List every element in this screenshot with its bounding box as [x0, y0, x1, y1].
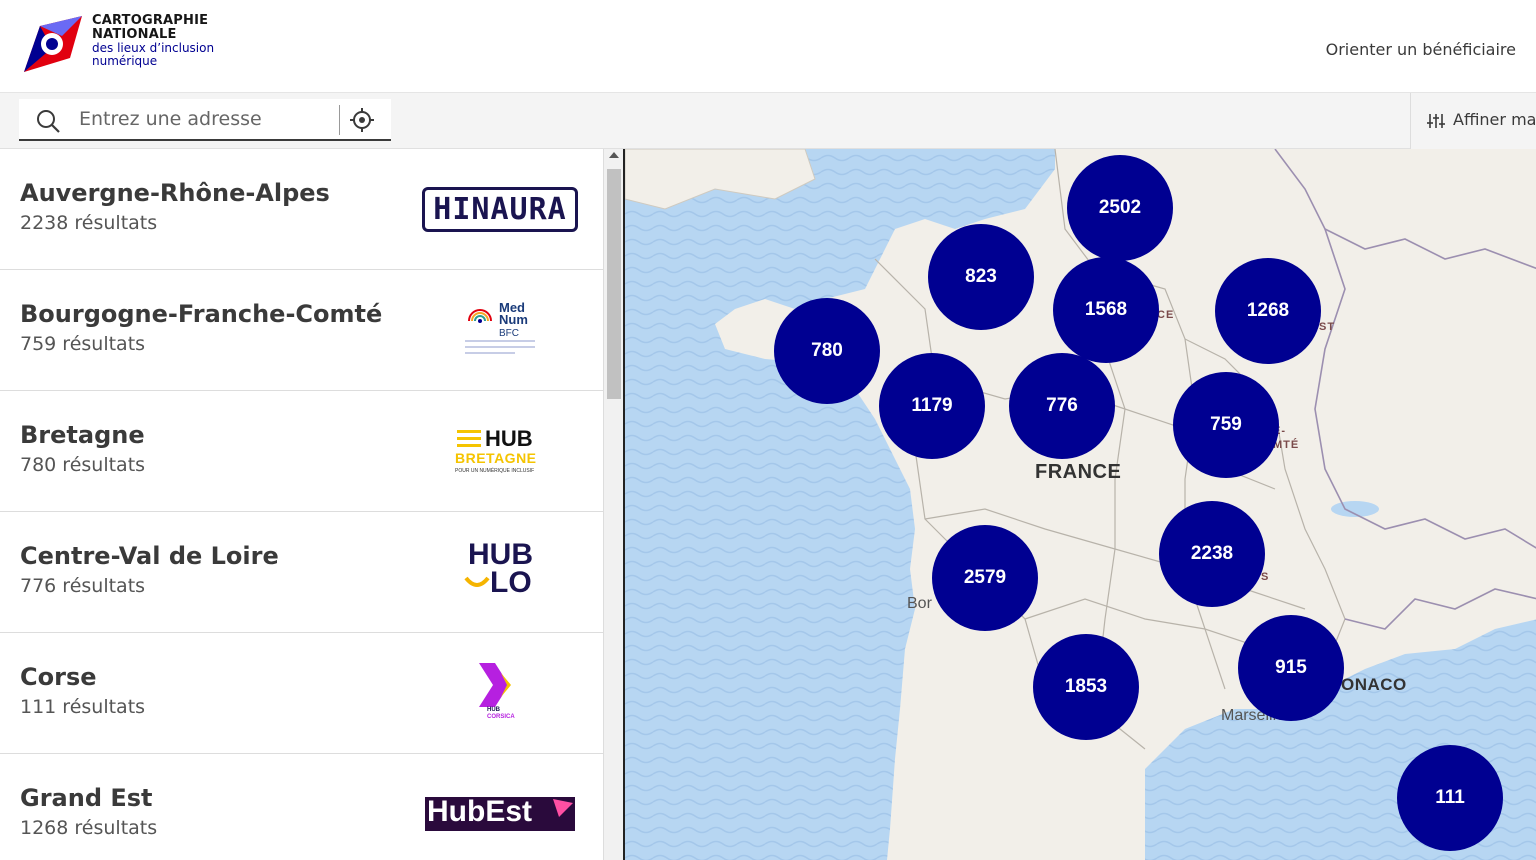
map-cluster[interactable]: 111: [1397, 745, 1503, 851]
hub-bretagne-tagline: POUR UN NUMÉRIQUE INCLUSIF: [455, 468, 535, 474]
address-input[interactable]: [79, 99, 351, 139]
region-count: 111 résultats: [20, 696, 146, 718]
region-count: 1268 résultats: [20, 817, 158, 839]
region-label-st: ST: [1319, 321, 1336, 333]
region-row-centre-val-de-loire[interactable]: Centre-Val de Loire 776 résultats HUB LO: [0, 512, 603, 633]
hub-bretagne-name: BRETAGNE: [455, 450, 537, 466]
geolocate-icon[interactable]: [349, 107, 375, 133]
region-count: 759 résultats: [20, 333, 146, 355]
region-name: Grand Est: [20, 784, 153, 812]
orienter-beneficiaire-link[interactable]: Orienter un bénéficiaire: [1326, 40, 1516, 59]
scroll-thumb[interactable]: [607, 169, 621, 399]
map-cluster[interactable]: 776: [1009, 353, 1115, 459]
site-header: CARTOGRAPHIE NATIONALE des lieux d’inclu…: [0, 0, 1536, 93]
region-name: Bourgogne-Franche-Comté: [20, 300, 383, 328]
search-icon: [37, 110, 60, 133]
region-row-auvergne-rhone-alpes[interactable]: Auvergne-Rhône-Alpes 2238 résultats HINA…: [0, 149, 603, 270]
hubest-logo-text: HubEst: [427, 795, 532, 828]
map-cluster[interactable]: 1568: [1053, 257, 1159, 363]
region-count: 776 résultats: [20, 575, 146, 597]
mednum-logo-bfc: BFC: [499, 328, 519, 339]
region-row-grand-est[interactable]: Grand Est 1268 résultats HubEst: [0, 754, 603, 860]
region-row-corse[interactable]: Corse 111 résultats HUB CORSICA: [0, 633, 603, 754]
hub-corsica-name: CORSICA: [487, 714, 515, 720]
map-cluster[interactable]: 1268: [1215, 258, 1321, 364]
scroll-up-arrow-icon[interactable]: [609, 152, 619, 158]
map-cluster[interactable]: 823: [928, 224, 1034, 330]
map-cluster[interactable]: 1179: [879, 353, 985, 459]
map-cluster[interactable]: 780: [774, 298, 880, 404]
refine-search-button[interactable]: Affiner ma: [1410, 93, 1536, 149]
refine-label: Affiner ma: [1453, 110, 1536, 129]
map-cluster[interactable]: 1853: [1033, 634, 1139, 740]
map[interactable]: FRANCE Bor Marseille ONACO CE ST E- MTÉ …: [623, 149, 1536, 860]
hub-bretagne-logo: HUB BRETAGNE POUR UN NUMÉRIQUE INCLUSIF: [420, 391, 580, 511]
corsica-arrow-icon: [479, 663, 511, 707]
pink-arrow-icon: [553, 799, 573, 817]
country-label-monaco: ONACO: [1341, 675, 1407, 694]
search-toolbar: Affiner ma: [0, 93, 1536, 149]
map-cluster[interactable]: 2238: [1159, 501, 1265, 607]
sliders-icon: [1427, 114, 1445, 128]
map-basemap: [625, 149, 1536, 860]
site-logo[interactable]: CARTOGRAPHIE NATIONALE des lieux d’inclu…: [22, 12, 222, 78]
list-scrollbar[interactable]: [603, 149, 623, 860]
region-name: Centre-Val de Loire: [20, 542, 279, 570]
map-cluster[interactable]: 2502: [1067, 155, 1173, 261]
region-count: 780 résultats: [20, 454, 146, 476]
city-label-bordeaux: Bor: [907, 595, 932, 612]
hub-corsica-hub: HUB: [487, 707, 500, 713]
signal-waves-icon: [468, 309, 492, 323]
hubest-logo: HubEst: [420, 754, 580, 860]
hub-lo-lo: LO: [490, 566, 532, 599]
mednum-logo-num: Num: [499, 312, 528, 327]
mednum-bfc-logo: Med Num BFC: [420, 270, 580, 390]
region-name: Bretagne: [20, 421, 145, 449]
region-list: Auvergne-Rhône-Alpes 2238 résultats HINA…: [0, 149, 603, 860]
compass-logo-icon: [24, 16, 82, 72]
logo-subtitle-line2: numérique: [92, 54, 158, 68]
region-count: 2238 résultats: [20, 212, 158, 234]
map-cluster[interactable]: 915: [1238, 615, 1344, 721]
search-divider: [339, 105, 340, 135]
hinaura-logo: HINAURA: [420, 149, 580, 269]
logo-title-line1: CARTOGRAPHIE: [92, 13, 209, 28]
hinaura-logo-text: HINAURA: [433, 191, 567, 227]
hub-corsica-logo: HUB CORSICA: [420, 633, 580, 753]
hub-bretagne-hub: HUB: [485, 426, 533, 451]
map-cluster[interactable]: 2579: [932, 525, 1038, 631]
smile-icon: [464, 576, 490, 587]
map-cluster[interactable]: 759: [1173, 372, 1279, 478]
logo-title-line2: NATIONALE: [92, 27, 177, 42]
region-name: Corse: [20, 663, 97, 691]
region-row-bretagne[interactable]: Bretagne 780 résultats HUB BRETAGNE POUR…: [0, 391, 603, 512]
region-name: Auvergne-Rhône-Alpes: [20, 179, 330, 207]
region-label-s: S: [1261, 571, 1270, 583]
country-label-france: FRANCE: [1035, 461, 1122, 483]
hub-lo-logo: HUB LO: [420, 512, 580, 632]
region-row-bourgogne-franche-comte[interactable]: Bourgogne-Franche-Comté 759 résultats Me…: [0, 270, 603, 391]
region-label-ce: CE: [1157, 309, 1175, 321]
region-label-mte: MTÉ: [1273, 439, 1300, 451]
address-search: [19, 99, 391, 141]
